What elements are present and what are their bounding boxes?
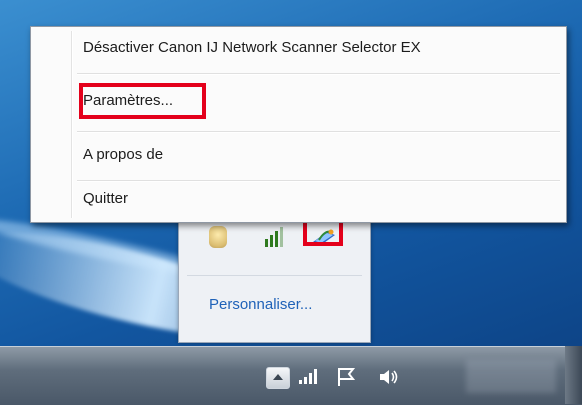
speaker-icon[interactable] — [378, 367, 400, 392]
menu-item-quit[interactable]: Quitter — [83, 190, 128, 207]
network-icon[interactable] — [298, 367, 322, 390]
menu-separator — [77, 180, 560, 182]
app-icon[interactable] — [209, 226, 227, 248]
menu-icon-gutter — [71, 31, 73, 218]
show-hidden-icons-button[interactable] — [266, 367, 290, 389]
settings-highlight — [79, 83, 206, 119]
panel-divider — [187, 275, 362, 276]
menu-separator — [77, 131, 560, 133]
menu-item-about[interactable]: A propos de — [83, 146, 163, 163]
customize-link[interactable]: Personnaliser... — [209, 296, 312, 313]
taskbar — [0, 346, 582, 405]
menu-separator — [77, 73, 560, 75]
signal-icon[interactable] — [263, 227, 285, 247]
show-desktop-button[interactable] — [565, 346, 582, 404]
flag-icon[interactable] — [336, 367, 358, 392]
menu-item-disable[interactable]: Désactiver Canon IJ Network Scanner Sele… — [83, 39, 421, 56]
clock-area[interactable] — [466, 359, 556, 393]
context-menu: Désactiver Canon IJ Network Scanner Sele… — [30, 26, 567, 223]
